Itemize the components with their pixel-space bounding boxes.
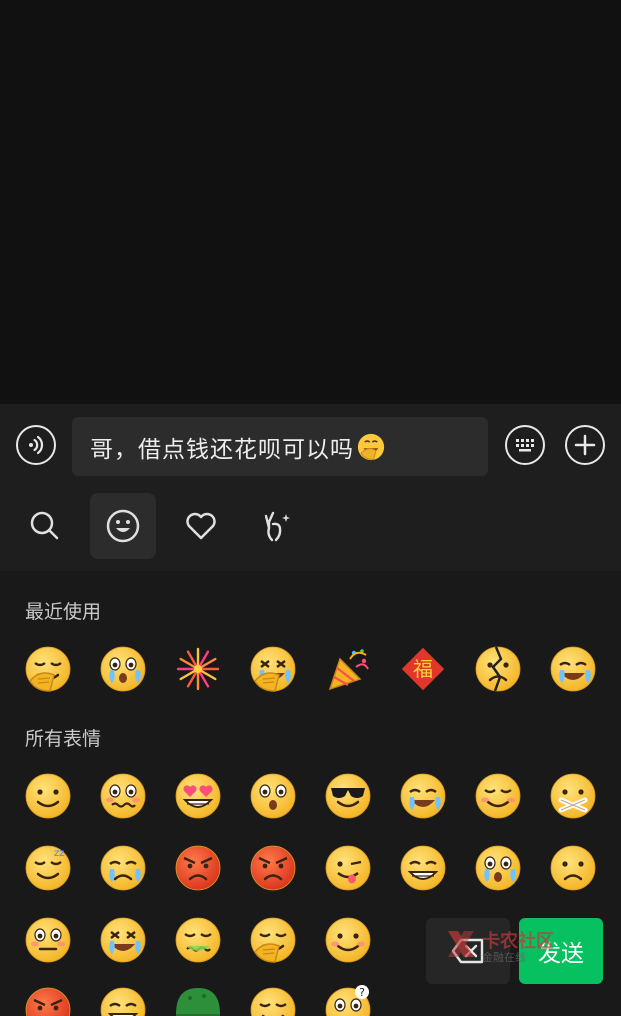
send-button[interactable]: 发送 — [519, 918, 603, 984]
tab-gestures[interactable] — [245, 493, 311, 559]
tab-favorites[interactable] — [168, 493, 234, 559]
all-section-title: 所有表情 — [25, 728, 102, 750]
voice-icon — [29, 435, 44, 455]
heart-icon — [186, 512, 216, 540]
tab-search[interactable] — [12, 493, 78, 559]
chat-area — [0, 0, 621, 404]
smiley-icon — [106, 509, 140, 543]
keyboard-button[interactable] — [505, 425, 545, 465]
input-bar: 哥，借点钱还花呗可以吗 — [0, 404, 621, 488]
voice-button[interactable] — [16, 425, 56, 465]
plus-icon — [574, 434, 596, 456]
message-text: 哥，借点钱还花呗可以吗 — [90, 436, 354, 463]
message-input[interactable]: 哥，借点钱还花呗可以吗 — [72, 417, 488, 476]
more-button[interactable] — [565, 425, 605, 465]
search-icon — [30, 511, 59, 540]
gesture-icon — [264, 511, 290, 542]
emoji-tabs — [0, 488, 621, 571]
keyboard-icon — [516, 439, 534, 452]
delete-button[interactable] — [426, 918, 510, 984]
recent-section-title: 最近使用 — [25, 601, 102, 623]
tab-emoji[interactable] — [90, 493, 156, 559]
facepalm-laugh-emoji — [357, 433, 385, 460]
backspace-icon — [451, 938, 484, 964]
